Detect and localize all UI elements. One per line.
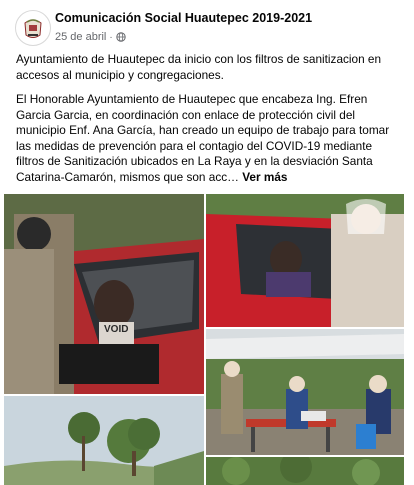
photo-landscape-trees[interactable] (4, 396, 204, 485)
municipal-seal-icon (18, 13, 48, 43)
shirt-print-text: VOID (104, 324, 128, 335)
photo-sanitization-car[interactable]: VOID (4, 194, 204, 394)
see-more-link[interactable]: Ver más (242, 170, 287, 184)
post-text: Ayuntamiento de Huautepec da inicio con … (16, 52, 402, 194)
facebook-post-card: Comunicación Social Huautepec 2019-2021 … (0, 0, 414, 485)
post-meta: 25 de abril · (55, 31, 126, 43)
post-header: Comunicación Social Huautepec 2019-2021 … (15, 10, 404, 48)
page-name-link[interactable]: Comunicación Social Huautepec 2019-2021 (55, 11, 312, 25)
photo-grid: VOID (0, 194, 414, 485)
meta-separator: · (109, 31, 113, 43)
photo-sanitization-table[interactable] (206, 329, 404, 455)
photo-greenery[interactable] (206, 457, 404, 485)
post-paragraph-2-text: El Honorable Ayuntamiento de Huautepec q… (16, 92, 390, 184)
photo-face-shield-worker[interactable] (206, 194, 404, 327)
photo-5-illustration (206, 457, 404, 485)
post-paragraph-1: Ayuntamiento de Huautepec da inicio con … (16, 52, 382, 82)
photo-2-illustration (206, 194, 404, 327)
post-date[interactable]: 25 de abril (55, 31, 106, 43)
photo-4-illustration (4, 396, 204, 485)
globe-icon (116, 32, 126, 42)
post-paragraph-2: El Honorable Ayuntamiento de Huautepec q… (16, 92, 402, 185)
photo-1-illustration: VOID (4, 194, 204, 394)
page-avatar[interactable] (15, 10, 51, 46)
photo-3-illustration (206, 329, 404, 455)
